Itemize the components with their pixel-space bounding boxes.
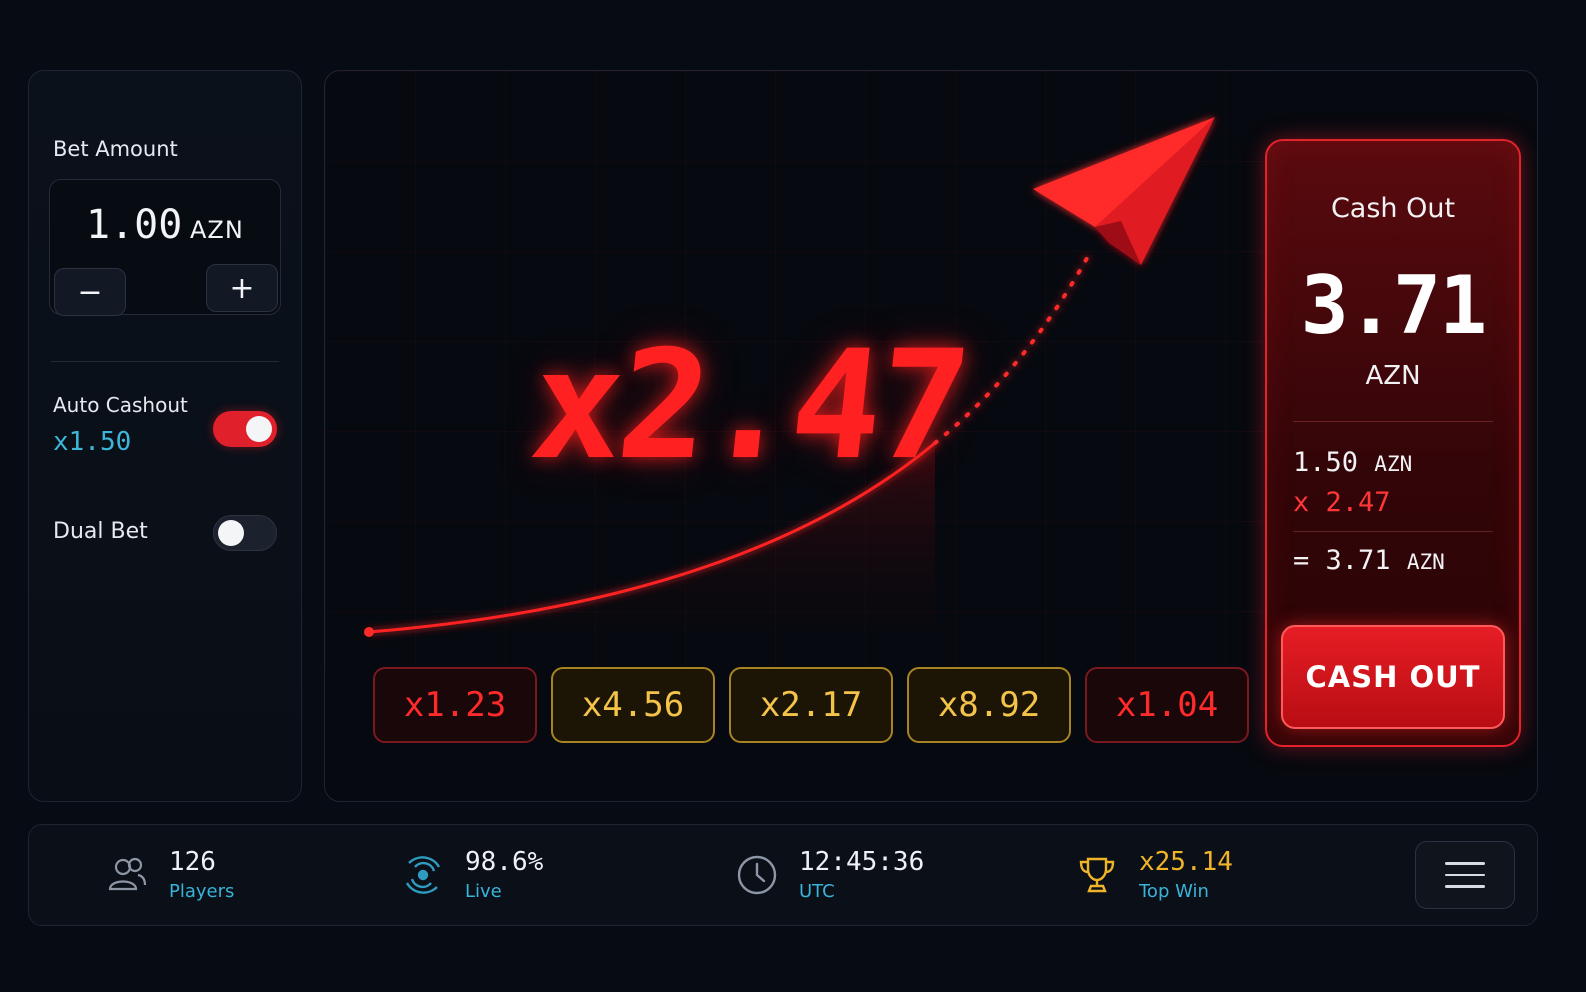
cashout-amount: 3.71: [1300, 259, 1488, 352]
radar-icon: [401, 853, 445, 897]
time-value: 12:45:36: [799, 847, 925, 877]
divider: [1293, 421, 1493, 422]
status-bar: 126 Players 98.6% Live 12:45:36 UTC x25.…: [28, 824, 1538, 926]
calc-bet-currency: AZN: [1374, 452, 1413, 476]
auto-cashout-toggle[interactable]: [213, 411, 277, 447]
divider: [1293, 531, 1493, 532]
divider: [51, 361, 279, 362]
curve-start-dot: [364, 627, 374, 637]
auto-cashout-label: Auto Cashout: [53, 393, 188, 417]
calc-bet-line: 1.50 AZN: [1293, 447, 1412, 478]
cashout-card: Cash Out 3.71 AZN 1.50 AZN x 2.47 = 3.71…: [1265, 139, 1521, 747]
calc-equals: =: [1293, 545, 1310, 576]
top-win-label: Top Win: [1139, 881, 1209, 902]
players-stat: 126 Players: [105, 847, 234, 902]
players-label: Players: [169, 881, 235, 902]
toggle-knob: [246, 416, 272, 442]
history-chip[interactable]: x1.04: [1085, 667, 1249, 743]
plus-icon: +: [229, 270, 255, 306]
menu-button[interactable]: [1415, 841, 1515, 909]
bet-currency: AZN: [190, 216, 244, 244]
users-icon: [105, 853, 149, 897]
trophy-icon: [1075, 853, 1119, 897]
multiplier-history: x1.23 x4.56 x2.17 x8.92 x1.04: [373, 667, 1249, 743]
live-stat: 98.6% Live: [401, 847, 543, 902]
clock-icon: [735, 853, 779, 897]
minus-icon: −: [77, 274, 103, 310]
time-stat: 12:45:36 UTC: [735, 847, 924, 902]
history-chip[interactable]: x8.92: [907, 667, 1071, 743]
top-win-value: x25.14: [1139, 847, 1233, 877]
calc-result-currency: AZN: [1406, 550, 1445, 574]
paper-plane-icon: [1033, 117, 1215, 265]
players-count: 126: [169, 847, 216, 877]
bet-amount-box[interactable]: 1.00 AZN − +: [49, 179, 281, 316]
game-panel: x2.47 x1.23 x4.56 x2.17 x8.92 x1.04 Cash…: [324, 70, 1538, 802]
cashout-title: Cash Out: [1330, 193, 1456, 224]
hamburger-menu-icon: [1445, 862, 1485, 865]
history-chip[interactable]: x4.56: [551, 667, 715, 743]
calc-bet-value: 1.50: [1293, 447, 1359, 478]
toggle-knob: [218, 520, 244, 546]
cash-out-button[interactable]: CASH OUT: [1281, 625, 1505, 729]
bet-amount-label: Bet Amount: [53, 137, 178, 161]
hamburger-menu-icon: [1445, 885, 1485, 888]
history-chip[interactable]: x1.23: [373, 667, 537, 743]
history-chip[interactable]: x2.17: [729, 667, 893, 743]
calc-result-line: = 3.71 AZN: [1293, 545, 1445, 576]
hamburger-menu-icon: [1445, 873, 1485, 877]
dual-bet-toggle[interactable]: [213, 515, 277, 551]
cashout-currency: AZN: [1365, 361, 1421, 391]
auto-cashout-value[interactable]: x1.50: [53, 427, 131, 457]
bet-amount-value[interactable]: 1.00: [86, 202, 182, 248]
live-value: 98.6%: [465, 847, 544, 877]
increase-bet-button[interactable]: +: [206, 264, 278, 312]
decrease-bet-button[interactable]: −: [54, 268, 126, 316]
top-win-stat: x25.14 Top Win: [1075, 847, 1233, 902]
live-label: Live: [465, 881, 502, 902]
time-label: UTC: [799, 881, 835, 902]
dual-bet-label: Dual Bet: [53, 519, 148, 544]
calc-multiplier-line: x 2.47: [1293, 487, 1391, 518]
bet-panel: Bet Amount 1.00 AZN − + Auto Cashout x1.…: [28, 70, 302, 802]
current-multiplier: x2.47: [523, 319, 974, 493]
calc-result-value: 3.71: [1325, 545, 1391, 576]
